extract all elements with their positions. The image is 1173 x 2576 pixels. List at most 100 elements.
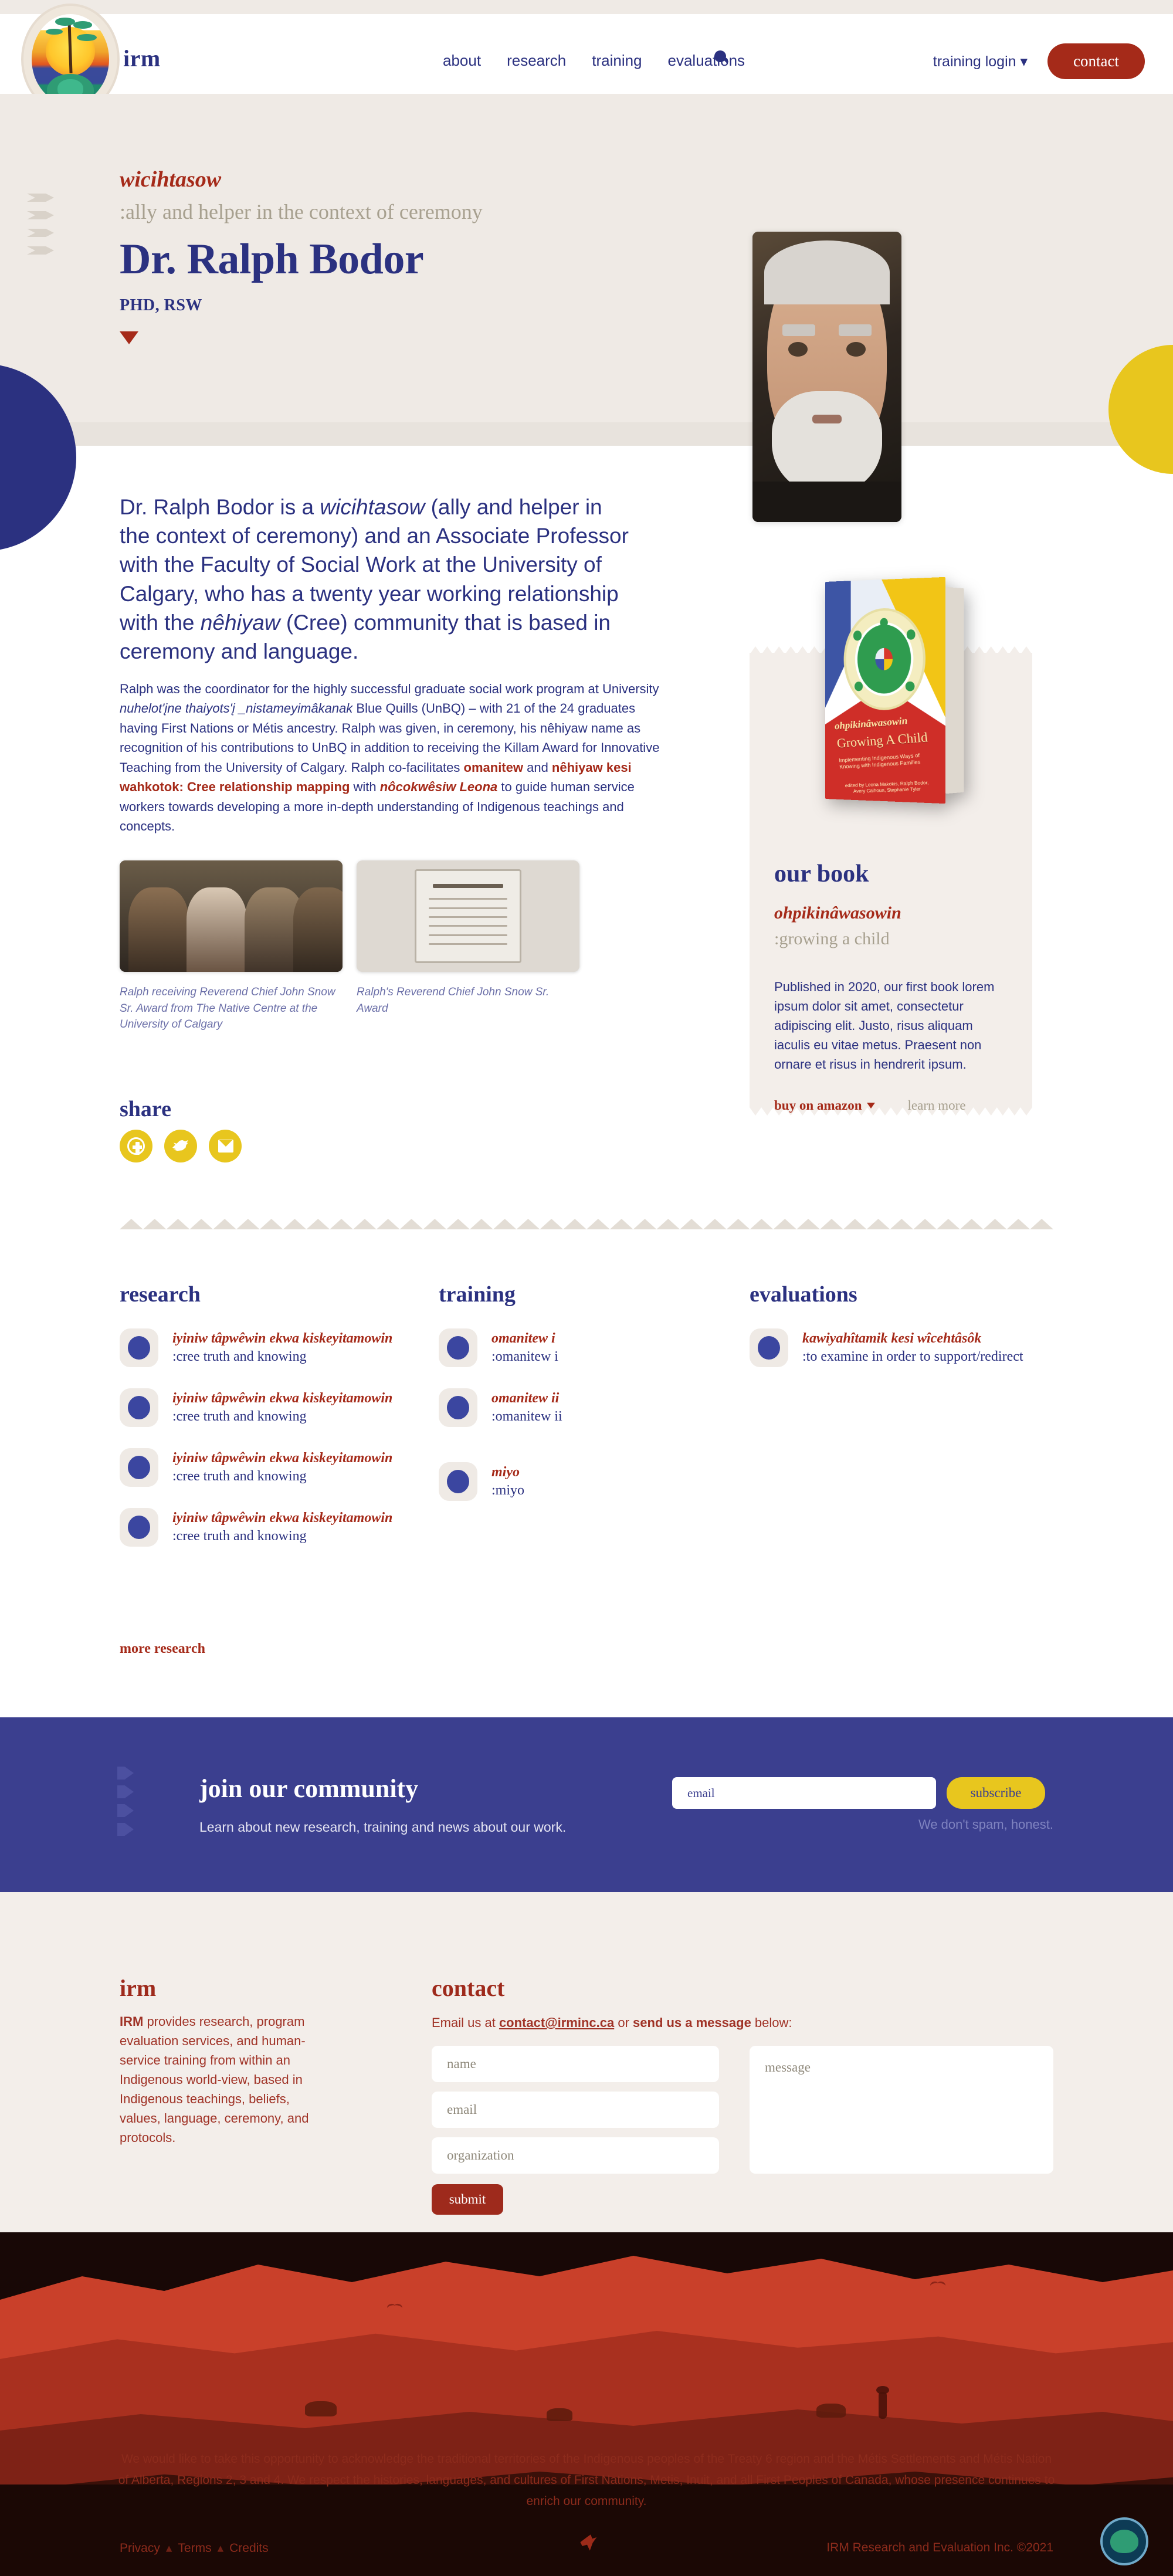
dot-badge-icon	[120, 1448, 158, 1487]
privacy-link[interactable]: Privacy	[120, 2541, 160, 2555]
intro-paragraph: Dr. Ralph Bodor is a wicihtasow (ally an…	[120, 493, 636, 666]
dot-badge-icon	[120, 1508, 158, 1547]
twitter-icon[interactable]	[164, 1130, 197, 1162]
email-field[interactable]	[432, 2092, 719, 2128]
terms-link[interactable]: Terms	[178, 2541, 211, 2555]
book-heading: our book	[774, 860, 869, 888]
nav-item-training[interactable]: training	[592, 52, 642, 70]
list-item-english: :cree truth and knowing	[172, 1527, 392, 1545]
main-navbar: irm about research training evaluations …	[0, 14, 1173, 94]
portrait-photo	[752, 232, 901, 522]
list-item[interactable]: miyo:miyo	[439, 1462, 697, 1501]
list-item-english: :miyo	[491, 1482, 524, 1500]
footer-irm-heading: irm	[120, 1974, 156, 2002]
search-icon[interactable]	[714, 50, 730, 66]
bird-icon	[387, 2304, 402, 2310]
column-heading-training: training	[439, 1282, 697, 1307]
email-link[interactable]: contact@irminc.ca	[499, 2015, 614, 2030]
nav-item-evaluations[interactable]: evaluations	[668, 52, 745, 70]
bison-silhouette	[547, 2408, 572, 2421]
scroll-down-triangle-icon[interactable]	[120, 331, 138, 344]
zigzag-divider	[120, 1219, 1053, 1229]
dot-badge-icon	[120, 1388, 158, 1427]
person-silhouette	[879, 2392, 887, 2419]
nospam-note: We don't spam, honest.	[918, 1817, 1053, 1832]
bison-silhouette	[816, 2404, 846, 2418]
footer-contact-heading: contact	[432, 1974, 504, 2002]
dot-badge-icon	[750, 1328, 788, 1367]
hero-credentials: PHD, RSW	[120, 296, 202, 315]
list-item[interactable]: iyiniw tâpwêwin ekwa kiskeyitamowin:cree…	[120, 1448, 401, 1487]
newsletter-heading: join our community	[199, 1774, 418, 1804]
band-chevron-decoration	[117, 1767, 134, 1836]
photo-award-plaque	[357, 860, 579, 972]
copyright-text: IRM Research and Evaluation Inc. ©2021	[826, 2541, 1053, 2555]
list-item-english: :omanitew ii	[491, 1408, 562, 1426]
biography-paragraph: Ralph was the coordinator for the highly…	[120, 679, 671, 836]
list-item-english: :cree truth and knowing	[172, 1348, 392, 1366]
list-item[interactable]: kawiyahîtamik kesi wîcehtâsôk:to examine…	[750, 1328, 1055, 1367]
column-heading-research: research	[120, 1282, 401, 1307]
research-column: research iyiniw tâpwêwin ekwa kiskeyitam…	[120, 1282, 401, 1568]
land-acknowledgement: We would like to take this opportunity t…	[117, 2449, 1056, 2512]
chevron-decoration	[27, 194, 54, 255]
book-cover-image: ohpikinâwasowin Growing A Child Implemen…	[817, 582, 965, 799]
book-front-cover: ohpikinâwasowin Growing A Child Implemen…	[825, 577, 945, 804]
more-research-link[interactable]: more research	[120, 1641, 205, 1657]
newsletter-email-input[interactable]	[672, 1777, 936, 1809]
brand-wordmark[interactable]: irm	[123, 45, 161, 72]
subscribe-button[interactable]: subscribe	[947, 1777, 1045, 1809]
list-item-cree: omanitew i	[491, 1330, 558, 1348]
logo-leaf	[77, 34, 97, 41]
list-item[interactable]: iyiniw tâpwêwin ekwa kiskeyitamowin:cree…	[120, 1328, 401, 1367]
book-title-english: :growing a child	[774, 929, 890, 949]
list-item-english: :cree truth and knowing	[172, 1467, 392, 1486]
message-field[interactable]	[750, 2046, 1053, 2174]
book-spine	[945, 587, 964, 794]
nav-item-about[interactable]: about	[443, 52, 481, 70]
footer-legal-links: Privacy ▴ Terms ▴ Credits	[120, 2541, 269, 2555]
learn-more-link[interactable]: learn more	[908, 1098, 966, 1113]
share-icon-group	[120, 1130, 242, 1162]
list-item-cree: iyiniw tâpwêwin ekwa kiskeyitamowin	[172, 1509, 392, 1527]
list-item[interactable]: iyiniw tâpwêwin ekwa kiskeyitamowin:cree…	[120, 1388, 401, 1427]
dot-badge-icon	[439, 1328, 477, 1367]
list-item-cree: kawiyahîtamik kesi wîcehtâsôk	[802, 1330, 1023, 1348]
logo-artwork-icon	[32, 14, 109, 104]
photo-caption: Ralph's Reverend Chief John Snow Sr. Awa…	[357, 984, 579, 1016]
contact-button[interactable]: contact	[1047, 43, 1145, 79]
list-item-english: :omanitew i	[491, 1348, 558, 1366]
list-item[interactable]: iyiniw tâpwêwin ekwa kiskeyitamowin:cree…	[120, 1508, 401, 1547]
share-heading: share	[120, 1096, 171, 1122]
dot-badge-icon	[120, 1328, 158, 1367]
book-title-cree: ohpikinâwasowin	[774, 903, 901, 923]
footer-irm-description: IRM provides research, program evaluatio…	[120, 2012, 331, 2147]
list-item[interactable]: omanitew i:omanitew i	[439, 1328, 697, 1367]
logo-leaf	[73, 21, 92, 28]
training-login-dropdown[interactable]: training login ▾	[933, 53, 1028, 70]
separator: ▴	[166, 2541, 172, 2555]
list-item-cree: miyo	[491, 1463, 524, 1482]
buy-on-amazon-link[interactable]: buy on amazon	[774, 1098, 875, 1113]
training-column: training omanitew i:omanitew i omanitew …	[439, 1282, 697, 1522]
footer-email-line: Email us at contact@irminc.ca or send us…	[432, 2015, 792, 2031]
hero-translation: :ally and helper in the context of cerem…	[120, 199, 483, 224]
organization-field[interactable]	[432, 2137, 719, 2174]
turtle-medallion-icon	[844, 607, 925, 710]
list-item-cree: iyiniw tâpwêwin ekwa kiskeyitamowin	[172, 1449, 392, 1467]
credits-link[interactable]: Credits	[229, 2541, 269, 2555]
nav-links: about research training evaluations	[443, 52, 745, 70]
list-item-cree: iyiniw tâpwêwin ekwa kiskeyitamowin	[172, 1389, 392, 1408]
submit-button[interactable]: submit	[432, 2184, 503, 2215]
name-field[interactable]	[432, 2046, 719, 2082]
chevron-down-icon	[867, 1103, 875, 1109]
newsletter-subtext: Learn about new research, training and n…	[199, 1819, 566, 1835]
footer-logo-badge[interactable]	[1100, 2517, 1148, 2565]
email-icon[interactable]	[209, 1130, 242, 1162]
facebook-icon[interactable]	[120, 1130, 152, 1162]
book-links: buy on amazon learn more	[774, 1098, 966, 1113]
nav-item-research[interactable]: research	[507, 52, 566, 70]
list-item[interactable]: omanitew ii:omanitew ii	[439, 1388, 697, 1427]
hero-cree-word: wicihtasow	[120, 167, 221, 192]
column-heading-evaluations: evaluations	[750, 1282, 1055, 1307]
